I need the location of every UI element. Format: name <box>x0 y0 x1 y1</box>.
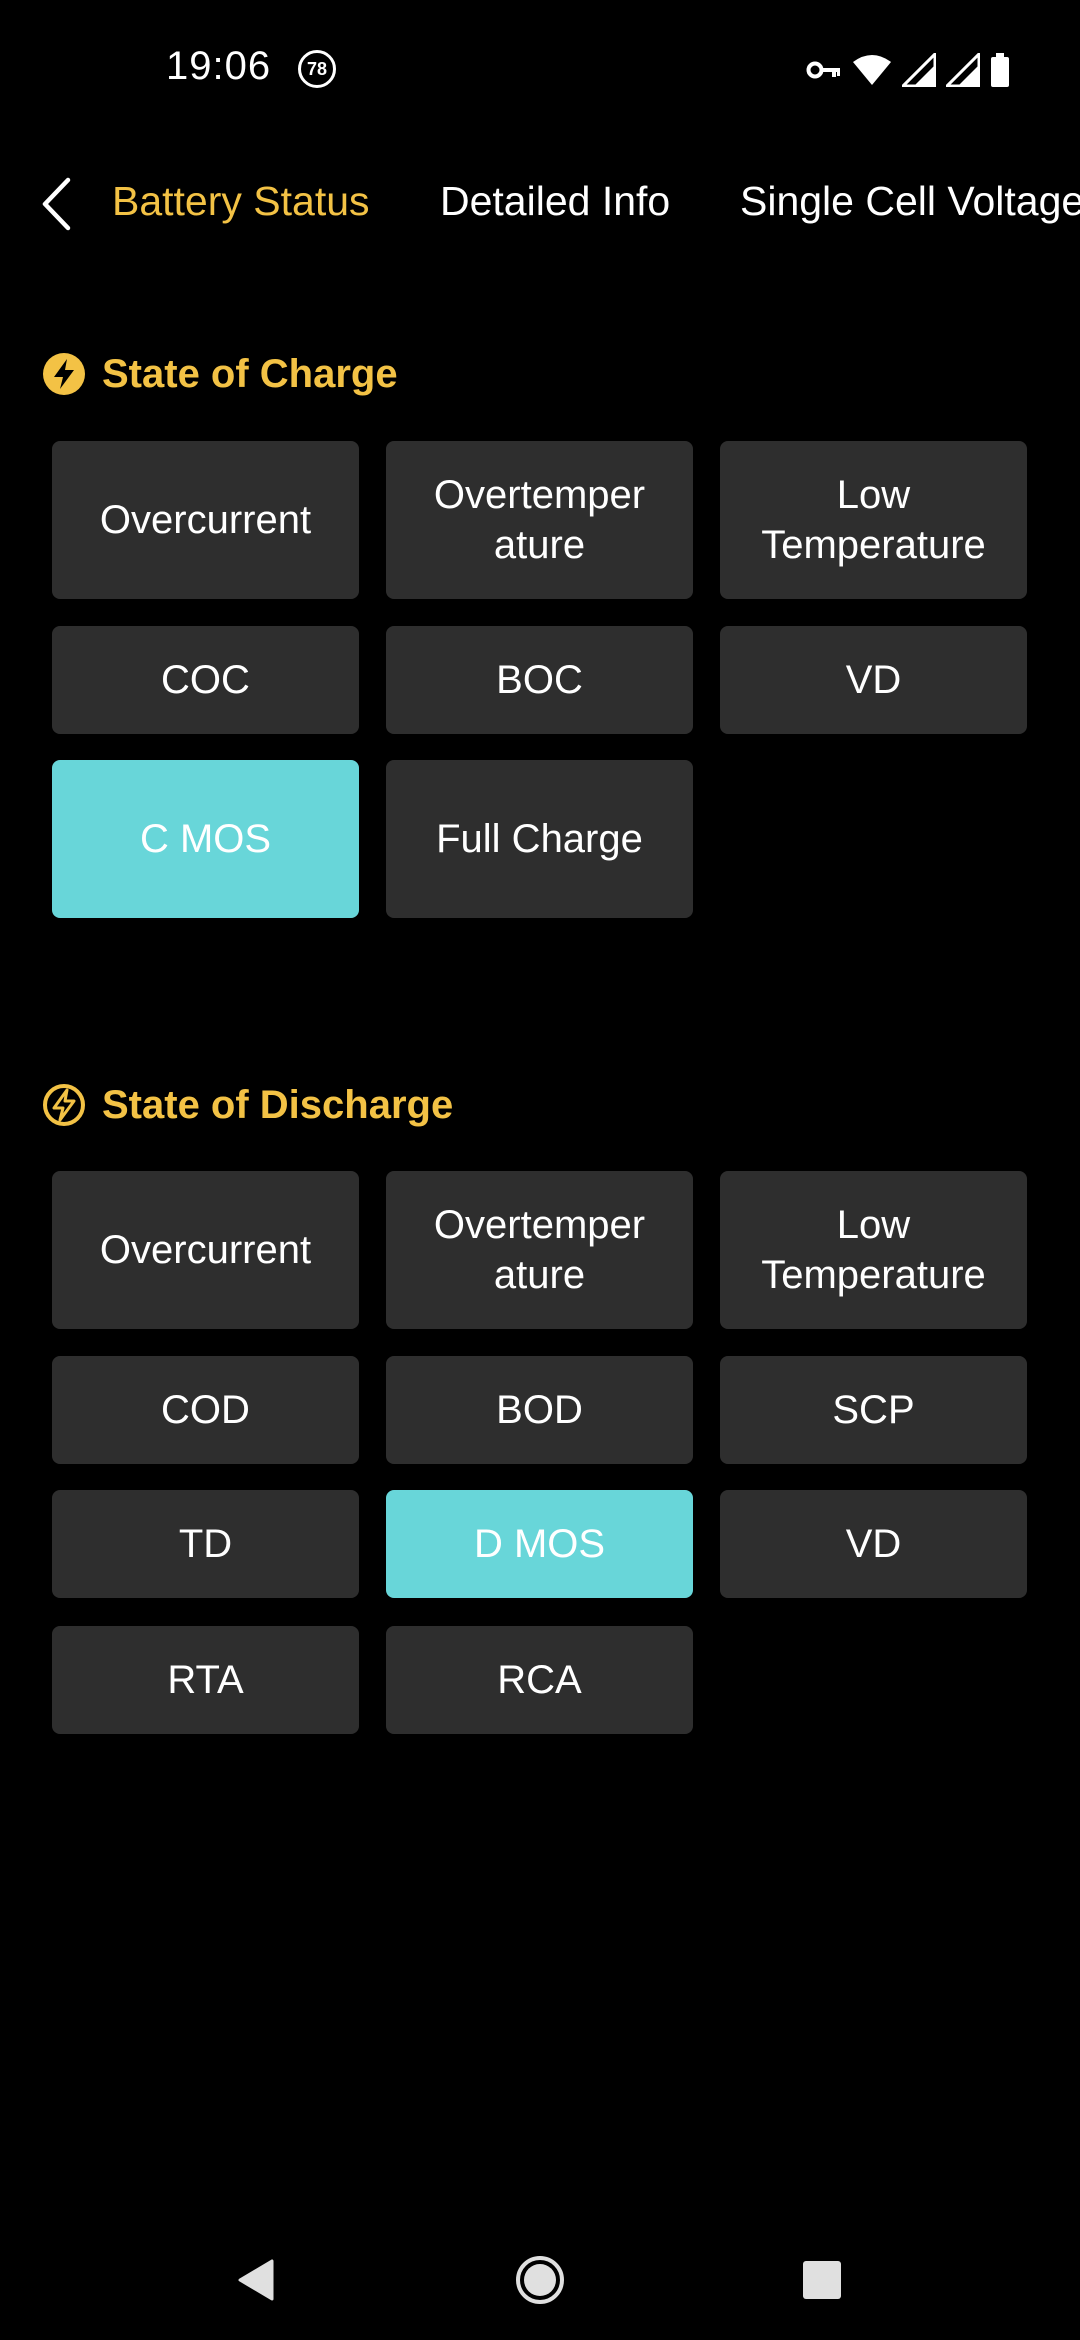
circle-home-icon <box>516 2256 564 2304</box>
discharge-tile-rca: RCA <box>386 1626 693 1734</box>
lightning-filled-icon <box>43 353 85 395</box>
tile-label: BOC <box>496 658 583 702</box>
discharge-tile-rta: RTA <box>52 1626 359 1734</box>
charge-tile-vd: VD <box>720 626 1027 734</box>
charge-tile-c-mos: C MOS <box>52 760 359 918</box>
nav-recents-button[interactable] <box>792 2250 852 2310</box>
tab-single-cell-voltage[interactable]: Single Cell Voltage <box>740 178 1080 225</box>
lightning-outline-icon <box>43 1084 85 1126</box>
status-icons <box>806 50 1010 90</box>
square-recents-icon <box>803 2261 841 2299</box>
charge-section-title: State of Charge <box>102 351 398 396</box>
signal-icon <box>902 53 936 87</box>
charge-tile-boc: BOC <box>386 626 693 734</box>
triangle-back-icon <box>238 2259 274 2301</box>
charge-tile-overtemperature: Overtemper ature <box>386 441 693 599</box>
battery-icon <box>991 53 1009 87</box>
charge-section-header: State of Charge <box>42 349 398 399</box>
discharge-tile-td: TD <box>52 1490 359 1598</box>
tile-label: RTA <box>167 1658 244 1702</box>
tile-label: TD <box>178 1522 233 1566</box>
tile-label: Overcurrent <box>99 1228 312 1272</box>
chevron-left-icon <box>42 177 71 231</box>
discharge-section-title: State of Discharge <box>102 1082 454 1127</box>
tile-label: Low Temperature <box>761 473 986 567</box>
discharge-tile-vd: VD <box>720 1490 1027 1598</box>
discharge-tile-bod: BOD <box>386 1356 693 1464</box>
vpn-key-icon <box>806 61 840 79</box>
charge-tile-coc: COC <box>52 626 359 734</box>
tile-label: Overtemper ature <box>433 1203 646 1297</box>
tile-label: RCA <box>497 1658 582 1702</box>
system-nav-bar <box>0 2220 1080 2340</box>
tab-battery-status[interactable]: Battery Status <box>112 178 370 225</box>
discharge-tile-low-temperature: Low Temperature <box>720 1171 1027 1329</box>
tile-label: VD <box>845 658 902 702</box>
tile-label: BOD <box>496 1388 583 1432</box>
charge-tile-low-temperature: Low Temperature <box>720 441 1027 599</box>
discharge-tile-overcurrent: Overcurrent <box>52 1171 359 1329</box>
tab-detailed-info[interactable]: Detailed Info <box>440 178 670 225</box>
discharge-tile-scp: SCP <box>720 1356 1027 1464</box>
status-bar: 19:06 78 <box>0 0 1080 140</box>
discharge-tile-cod: COD <box>52 1356 359 1464</box>
status-time: 19:06 <box>166 44 272 88</box>
nav-back-button[interactable] <box>226 2250 286 2310</box>
back-button[interactable] <box>28 172 84 236</box>
nav-home-button[interactable] <box>510 2250 570 2310</box>
tile-label: SCP <box>832 1388 915 1432</box>
tile-label: VD <box>845 1522 902 1566</box>
tile-label: Overtemper ature <box>433 473 646 567</box>
tile-label: Full Charge <box>436 817 643 861</box>
notification-badge: 78 <box>298 50 336 88</box>
tile-label: COD <box>161 1388 250 1432</box>
charge-tile-overcurrent: Overcurrent <box>52 441 359 599</box>
discharge-section-header: State of Discharge <box>42 1080 453 1130</box>
wifi-icon <box>853 55 891 85</box>
tile-label: Overcurrent <box>99 498 312 542</box>
tile-label: Low Temperature <box>761 1203 986 1297</box>
tile-label: D MOS <box>473 1522 606 1566</box>
discharge-tile-overtemperature: Overtemper ature <box>386 1171 693 1329</box>
tile-label: C MOS <box>139 817 272 861</box>
signal-icon-2 <box>946 53 980 87</box>
discharge-tile-d-mos: D MOS <box>386 1490 693 1598</box>
tile-label: COC <box>161 658 250 702</box>
tab-bar: Battery Status Detailed Info Single Cell… <box>0 160 1080 250</box>
charge-tile-full-charge: Full Charge <box>386 760 693 918</box>
